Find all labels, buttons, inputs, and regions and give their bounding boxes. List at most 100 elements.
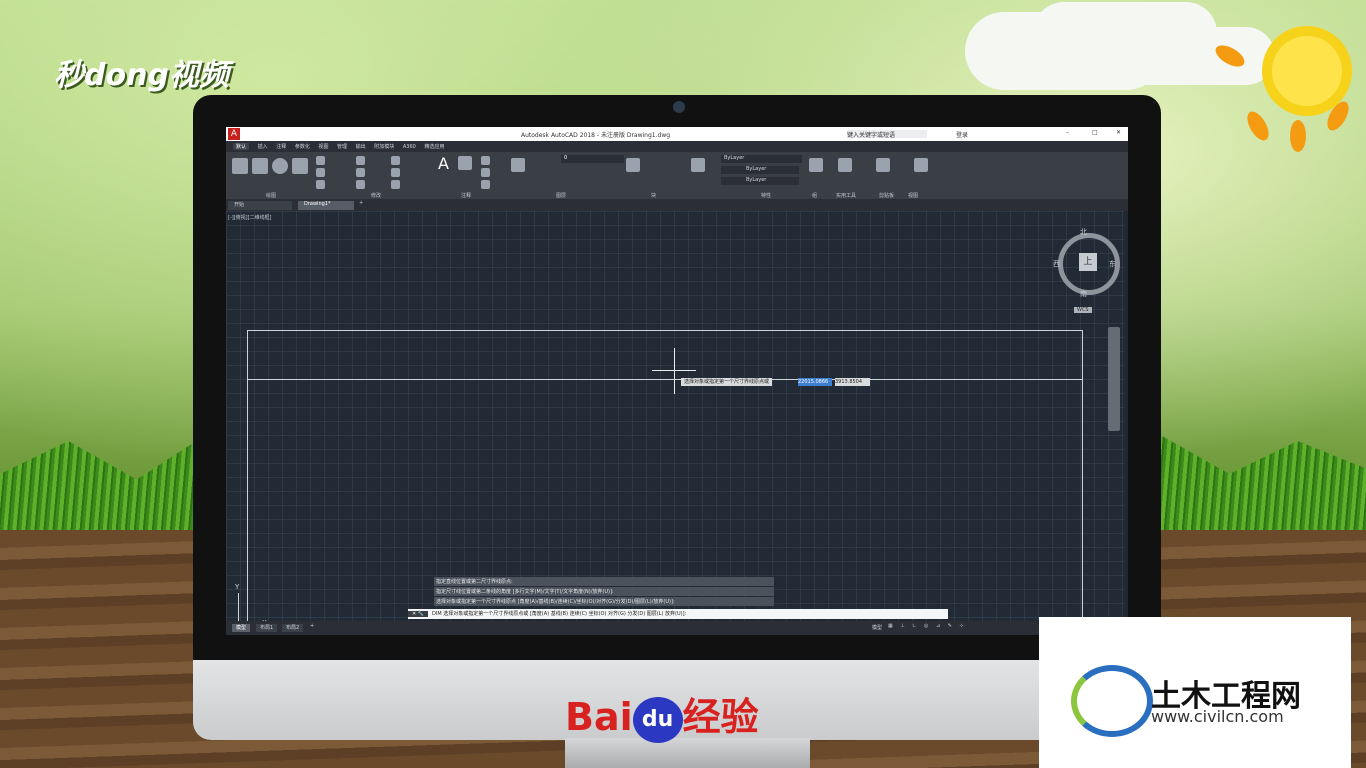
tab-annotate[interactable]: 注释 <box>276 143 286 150</box>
viewcube-east[interactable]: 东 <box>1109 259 1116 269</box>
panel-clipboard: 剪贴板 <box>879 193 895 199</box>
color-dropdown[interactable]: ByLayer <box>721 155 802 163</box>
baidu-paw-icon: du <box>632 696 683 743</box>
panel-properties: 特性 <box>761 193 772 199</box>
fillet-tool-icon[interactable] <box>391 168 400 177</box>
wcs-menu[interactable]: WCS <box>1074 307 1092 313</box>
leader-tool-icon[interactable] <box>481 168 490 177</box>
dynamic-input-y[interactable]: 3913.8504 <box>835 378 870 386</box>
tab-layout1[interactable]: 布局1 <box>256 624 278 632</box>
command-line[interactable]: ✕ 🔧 DIM 选择对象或指定第一个尺寸界线原点或 [角度(A) 基线(B) 连续… <box>408 609 948 619</box>
search-input[interactable]: 键入关键字或短语 <box>847 130 927 139</box>
viewcube-south[interactable]: 南 <box>1080 289 1087 299</box>
trim-tool-icon[interactable] <box>391 156 400 165</box>
sign-in-button[interactable]: 登录 <box>956 130 968 139</box>
panel-modify: 修改 <box>371 193 382 199</box>
baidu-jingyan-logo: Bai du 经验 <box>565 686 759 743</box>
measure-icon[interactable] <box>838 158 852 172</box>
scale-tool-icon[interactable] <box>356 180 365 189</box>
viewcube-north[interactable]: 北 <box>1080 227 1087 237</box>
mirror-tool-icon[interactable] <box>356 168 365 177</box>
tab-manage[interactable]: 管理 <box>337 143 347 150</box>
status-bar: 模型 布局1 布局2 + 模型 ▦ ⊥ ∟ ◎ ⊿ ✎ ⊹ <box>226 621 1128 635</box>
navigation-bar[interactable] <box>1108 327 1120 431</box>
view-label[interactable]: [-][俯视][二维线框] <box>228 214 272 221</box>
tab-model[interactable]: 模型 <box>232 624 251 632</box>
move-tool-icon[interactable] <box>316 156 325 165</box>
match-properties-icon[interactable] <box>691 158 705 172</box>
crosshair-vertical <box>674 348 675 394</box>
minimize-button[interactable]: – <box>1066 129 1069 136</box>
tab-layout2[interactable]: 布局2 <box>282 624 304 632</box>
viewcube-west[interactable]: 西 <box>1053 259 1060 269</box>
ribbon: A 0 ByLayer ByLayer ByLayer 绘图 修改 注释 图层 … <box>226 152 1128 199</box>
tab-a360[interactable]: A360 <box>403 144 416 150</box>
history-line: 指定尺寸线位置或第二条线的角度 [多行文字(M)/文字(T)/文字角度(N)/放… <box>434 587 774 596</box>
autocad-logo-icon[interactable]: A <box>228 128 240 140</box>
line-tool-icon[interactable] <box>232 158 248 174</box>
miaodong-logo: 秒dong视频 <box>54 58 229 93</box>
ribbon-tabs: 默认 插入 注释 参数化 视图 管理 输出 附加模块 A360 精选应用 <box>226 141 1128 152</box>
lineweight-dropdown[interactable]: ByLayer <box>721 177 799 185</box>
civilcn-watermark: 土木工程网 www.civilcn.com <box>1039 617 1351 768</box>
add-layout-button[interactable]: + <box>310 623 314 629</box>
viewcube-top-face[interactable]: 上 <box>1079 253 1097 271</box>
layer-dropdown[interactable]: 0 <box>561 155 624 163</box>
panel-view: 视图 <box>908 193 919 199</box>
tab-view[interactable]: 视图 <box>318 143 328 150</box>
ucs-y-label: Y <box>235 583 240 591</box>
panel-annotation: 注释 <box>461 193 472 199</box>
linear-dim-icon[interactable] <box>481 156 490 165</box>
close-button[interactable]: ✕ <box>1116 129 1121 136</box>
base-view-icon[interactable] <box>914 158 928 172</box>
new-tab-button[interactable]: + <box>359 200 363 206</box>
panel-groups: 组 <box>812 193 818 199</box>
insert-block-icon[interactable] <box>626 158 640 172</box>
table-tool-icon[interactable] <box>481 180 490 189</box>
tab-drawing1[interactable]: Drawing1* <box>298 201 354 210</box>
command-line-text: DIM 选择对象或指定第一个尺寸界线原点或 [角度(A) 基线(B) 连续(C)… <box>432 611 687 617</box>
dynamic-input-x[interactable]: 22015.0866 <box>798 378 832 386</box>
panel-utilities: 实用工具 <box>836 193 857 199</box>
tab-parametric[interactable]: 参数化 <box>295 143 310 150</box>
model-space-toggle[interactable]: 模型 <box>872 624 882 631</box>
drawing-viewport[interactable]: [-][俯视][二维线框] 选择对象或指定第一个尺寸界线原点或 22015.08… <box>226 211 1124 631</box>
history-line: 指定直线位置或第二尺寸界线原点: <box>434 577 774 586</box>
linetype-dropdown[interactable]: ByLayer <box>721 166 799 174</box>
monitor-stand <box>565 738 810 768</box>
status-toggles[interactable]: ▦ ⊥ ∟ ◎ ⊿ ✎ ⊹ <box>888 623 967 629</box>
drawing-line[interactable] <box>247 379 1082 380</box>
camera-icon <box>673 101 685 113</box>
dynamic-input-prompt: 选择对象或指定第一个尺寸界线原点或 <box>681 378 773 386</box>
tab-default[interactable]: 默认 <box>233 143 250 150</box>
document-tabs: 开始 Drawing1* + <box>226 199 1128 211</box>
group-icon[interactable] <box>809 158 823 172</box>
maximize-button[interactable]: □ <box>1092 129 1098 136</box>
history-line: 选择对象或指定第一个尺寸界线原点 [角度(A)/基线(B)/连续(C)/坐标(O… <box>434 597 774 606</box>
cloud-decoration <box>965 12 1165 90</box>
tab-start[interactable]: 开始 <box>228 201 292 210</box>
copy-tool-icon[interactable] <box>316 168 325 177</box>
array-tool-icon[interactable] <box>391 180 400 189</box>
rotate-tool-icon[interactable] <box>356 156 365 165</box>
stretch-tool-icon[interactable] <box>316 180 325 189</box>
layer-properties-icon[interactable] <box>511 158 525 172</box>
paste-icon[interactable] <box>876 158 890 172</box>
tab-insert[interactable]: 插入 <box>258 143 268 150</box>
civilcn-url: www.civilcn.com <box>1151 707 1284 726</box>
baidu-text: Bai <box>565 695 633 739</box>
dimension-tool-icon[interactable] <box>458 156 472 170</box>
arc-tool-icon[interactable] <box>292 158 308 174</box>
command-history: 指定直线位置或第二尺寸界线原点: 指定尺寸线位置或第二条线的角度 [多行文字(M… <box>434 577 774 607</box>
tab-addins[interactable]: 附加模块 <box>374 143 394 150</box>
sun-ray-icon <box>1290 120 1306 152</box>
panel-draw: 绘图 <box>266 193 277 199</box>
autocad-window: A Autodesk AutoCAD 2018 - 未注册版 Drawing1.… <box>226 127 1128 635</box>
tab-output[interactable]: 输出 <box>356 143 366 150</box>
command-close-icon[interactable]: ✕ 🔧 <box>408 611 429 617</box>
circle-tool-icon[interactable] <box>272 158 288 174</box>
panel-layers: 图层 <box>556 193 567 199</box>
text-tool-icon[interactable]: A <box>438 154 449 173</box>
polyline-tool-icon[interactable] <box>252 158 268 174</box>
tab-featured-apps[interactable]: 精选应用 <box>424 143 444 150</box>
